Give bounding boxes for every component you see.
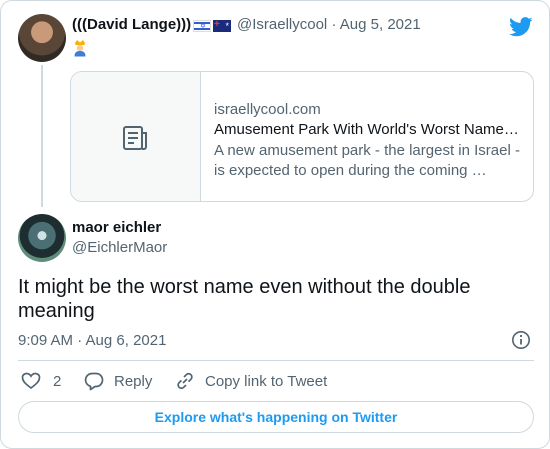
thread-connector-line bbox=[41, 65, 43, 207]
link-preview-card[interactable]: israellycool.com Amusement Park With Wor… bbox=[70, 71, 534, 202]
parent-handle[interactable]: @Israellycool bbox=[237, 16, 327, 33]
link-thumbnail bbox=[71, 72, 201, 201]
person-with-crown-emoji bbox=[74, 40, 86, 57]
actions-divider bbox=[18, 360, 534, 361]
article-icon bbox=[123, 126, 147, 150]
like-count: 2 bbox=[53, 372, 62, 390]
parent-handle-line: @Israellycool · Aug 5, 2021 bbox=[237, 16, 421, 33]
info-icon[interactable] bbox=[511, 330, 531, 350]
reply-label: Reply bbox=[114, 372, 153, 390]
like-button[interactable]: 2 bbox=[21, 370, 61, 392]
link-icon bbox=[177, 372, 193, 390]
reply-display-name[interactable]: maor eichler bbox=[72, 219, 161, 236]
embedded-tweet-card: (((David Lange))) ✡ @Israellycool · Aug … bbox=[0, 0, 550, 449]
parent-name-flags: ✡ bbox=[193, 16, 231, 35]
australia-flag-icon bbox=[213, 16, 231, 35]
copy-link-button[interactable]: Copy link to Tweet bbox=[175, 370, 327, 392]
explore-twitter-button[interactable]: Explore what's happening on Twitter bbox=[18, 401, 534, 433]
twitter-bird-icon[interactable] bbox=[509, 17, 533, 37]
copy-link-label: Copy link to Tweet bbox=[205, 372, 328, 390]
parent-avatar[interactable] bbox=[18, 14, 66, 62]
heart-icon bbox=[21, 372, 41, 390]
parent-date[interactable]: Aug 5, 2021 bbox=[340, 16, 421, 33]
reply-avatar[interactable] bbox=[18, 214, 66, 262]
reply-handle[interactable]: @EichlerMaor bbox=[72, 239, 167, 256]
reply-button[interactable]: Reply bbox=[84, 370, 152, 392]
link-description: A new amusement park - the largest in Is… bbox=[214, 142, 520, 179]
parent-separator: · bbox=[331, 16, 337, 33]
link-title: Amusement Park With World's Worst Name… bbox=[214, 121, 519, 138]
reply-tweet-text: It might be the worst name even without … bbox=[18, 276, 471, 322]
israel-flag-icon: ✡ bbox=[193, 20, 211, 33]
parent-display-name[interactable]: (((David Lange))) bbox=[72, 16, 191, 33]
reply-icon bbox=[84, 372, 104, 391]
reply-timestamp[interactable]: 9:09 AM · Aug 6, 2021 bbox=[18, 332, 166, 349]
link-domain: israellycool.com bbox=[214, 101, 321, 118]
